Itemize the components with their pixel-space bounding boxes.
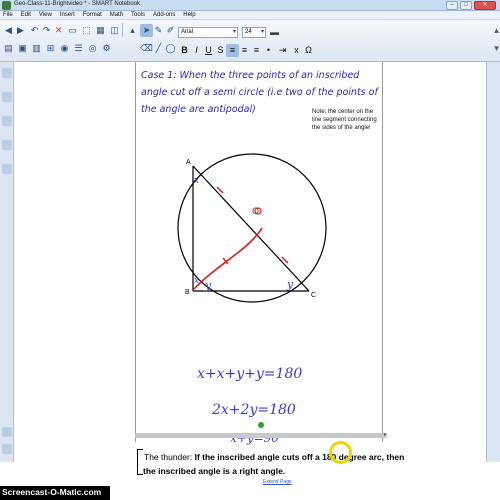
segment-ac-diameter	[192, 165, 310, 292]
rotate-handle-icon[interactable]	[258, 422, 264, 428]
angle-mark-y-right: y	[286, 278, 294, 291]
label-a: A	[186, 159, 191, 166]
label-c: C	[311, 292, 316, 299]
label-o: O	[252, 207, 259, 217]
conclusion-line-1: The thunder: If the inscribed angle cuts…	[144, 452, 404, 462]
watermark: Screencast-O-Matic.com	[0, 486, 110, 500]
circle	[177, 153, 327, 303]
label-b: B	[185, 289, 190, 296]
equation-1: x+x+y+y=180	[197, 366, 302, 382]
geometry-diagram: A B C O x x y y x+x+y+y=180 2x+2y=180 x+…	[177, 153, 327, 445]
angle-mark-y-left: y	[204, 279, 212, 292]
conclusion-lead: The thunder:	[144, 452, 193, 462]
watermark-text: Screencast-O-Matic.com	[2, 487, 102, 497]
angle-mark-x-top: x	[194, 176, 199, 186]
scroll-arrow-icon[interactable]: ▾	[383, 432, 386, 438]
horizontal-scrollbar[interactable]: ▾	[135, 432, 387, 438]
cursor-highlight	[329, 441, 352, 464]
angle-mark-x-bottom: x	[194, 276, 199, 286]
conclusion-statement-2: the inscribed angle is a right angle.	[143, 466, 286, 476]
conclusion-statement-1: If the inscribed angle cuts off a 180 de…	[194, 452, 405, 462]
extend-page-link[interactable]: Extend Page	[263, 479, 292, 485]
equation-2: 2x+2y=180	[211, 402, 296, 418]
